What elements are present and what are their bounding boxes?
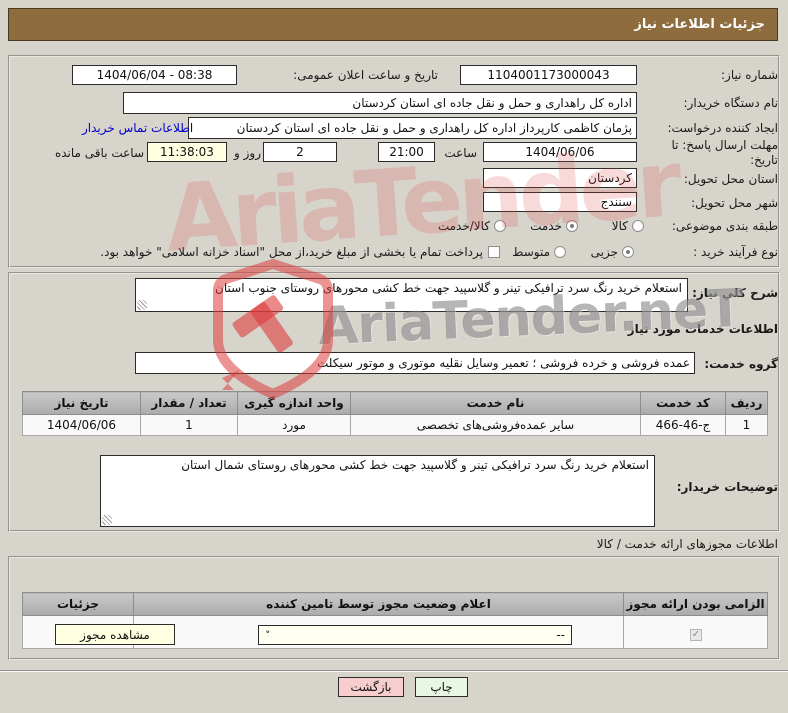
announce-datetime-field[interactable]: 1404/06/04 - 08:38 — [72, 65, 237, 85]
resize-grip-icon[interactable] — [137, 300, 147, 310]
buyer-contact-link[interactable]: اطلاعات تماس خریدار — [82, 121, 193, 135]
resize-grip-icon[interactable] — [102, 515, 112, 525]
license-required-checkbox[interactable] — [690, 629, 702, 641]
city-field[interactable]: سنندج — [483, 192, 637, 212]
col-license-status: اعلام وضعیت مجوز توسط تامین کننده — [133, 592, 624, 616]
col-row-number: ردیف — [725, 391, 768, 415]
announce-label: تاریخ و ساعت اعلان عمومی: — [293, 68, 438, 82]
license-status-select[interactable]: ˅ -- — [258, 625, 572, 645]
cell-quantity: 1 — [140, 414, 238, 436]
need-desc-label: شرح کلي نیاز: — [692, 286, 778, 300]
col-unit: واحد اندازه گیری — [237, 391, 351, 415]
licenses-section-title: اطلاعات مجوزهای ارائه خدمت / کالا — [596, 537, 778, 551]
province-field[interactable]: کردستان — [483, 168, 637, 188]
deadline-label: مهلت ارسال پاسخ: تا تاریخ: — [671, 138, 778, 167]
remaining-time-field[interactable]: 11:38:03 — [147, 142, 227, 162]
process-type-label: نوع فرآیند خرید : — [693, 245, 778, 259]
treasury-payment-note: پرداخت تمام یا بخشی از مبلغ خرید،از محل … — [100, 245, 483, 259]
buyer-org-field[interactable]: اداره کل راهداری و حمل و نقل جاده ای است… — [123, 92, 637, 114]
cell-unit: مورد — [237, 414, 351, 436]
footer-divider — [0, 670, 788, 672]
radio-goods-service-label: کالا/خدمت — [437, 219, 490, 233]
radio-goods[interactable] — [632, 220, 644, 232]
province-label: استان محل تحویل: — [683, 172, 778, 186]
col-service-code: کد خدمت — [640, 391, 726, 415]
services-section-title: اطلاعات خدمات مورد نیاز — [627, 322, 778, 336]
remaining-days-field[interactable]: 2 — [263, 142, 337, 162]
services-table-header-row: ردیف کد خدمت نام خدمت واحد اندازه گیری ت… — [22, 391, 768, 415]
days-and-label: روز و — [234, 146, 261, 160]
radio-minor[interactable] — [622, 246, 634, 258]
treasury-payment-checkbox[interactable] — [488, 246, 500, 258]
page-title-bar: جزئیات اطلاعات نیاز — [8, 8, 778, 41]
creator-label: ایجاد کننده درخواست: — [667, 121, 778, 135]
col-service-name: نام خدمت — [350, 391, 641, 415]
license-status-value: -- — [556, 628, 565, 642]
radio-medium[interactable] — [554, 246, 566, 258]
page-title: جزئیات اطلاعات نیاز — [634, 17, 765, 32]
service-group-label: گروه خدمت: — [704, 357, 778, 371]
need-number-label: شماره نیاز: — [721, 68, 778, 82]
radio-goods-label: کالا — [611, 219, 628, 233]
city-label: شهر محل تحویل: — [691, 196, 778, 210]
subject-class-label: طبقه بندی موضوعی: — [671, 219, 778, 233]
service-row: 1 ج-46-466 سایر عمده‌فروشی‌های تخصصی مور… — [22, 414, 768, 436]
licenses-table-header-row: الزامی بودن ارائه مجوز اعلام وضعیت مجوز … — [22, 592, 768, 616]
buyer-org-label: نام دستگاه خریدار: — [683, 96, 779, 110]
services-table: ردیف کد خدمت نام خدمت واحد اندازه گیری ت… — [22, 391, 768, 436]
col-license-details: جزئیات — [22, 592, 134, 616]
back-button[interactable]: بازگشت — [338, 677, 404, 697]
need-desc-text: استعلام خرید رنگ سرد ترافیکی تینر و گلاس… — [215, 281, 682, 295]
remaining-label: ساعت باقی مانده — [54, 146, 144, 160]
col-license-required: الزامی بودن ارائه مجوز — [623, 592, 768, 616]
radio-service-label: خدمت — [530, 219, 562, 233]
deadline-date-field[interactable]: 1404/06/06 — [483, 142, 637, 162]
need-desc-textarea[interactable]: استعلام خرید رنگ سرد ترافیکی تینر و گلاس… — [135, 278, 688, 312]
print-button[interactable]: چاپ — [415, 677, 468, 697]
radio-medium-label: متوسط — [512, 245, 550, 259]
chevron-down-icon: ˅ — [265, 628, 271, 642]
cell-row-number: 1 — [725, 414, 768, 436]
need-number-field[interactable]: 1104001173000043 — [460, 65, 637, 85]
cell-need-date: 1404/06/06 — [22, 414, 141, 436]
radio-minor-label: جزیی — [590, 245, 618, 259]
need-details-page: جزئیات اطلاعات نیاز شماره نیاز: 11040011… — [0, 0, 788, 713]
cell-service-name: سایر عمده‌فروشی‌های تخصصی — [350, 414, 641, 436]
radio-goods-service[interactable] — [494, 220, 506, 232]
buyer-notes-text: استعلام خرید رنگ سرد ترافیکی تینر و گلاس… — [181, 458, 649, 472]
cell-service-code: ج-46-466 — [640, 414, 726, 436]
view-license-button[interactable]: مشاهده مجوز — [55, 624, 175, 645]
buyer-notes-label: توضیحات خریدار: — [676, 480, 778, 494]
deadline-hour-label: ساعت — [444, 146, 477, 160]
deadline-time-field[interactable]: 21:00 — [378, 142, 435, 162]
col-need-date: تاریخ نیاز — [22, 391, 141, 415]
buyer-notes-textarea[interactable]: استعلام خرید رنگ سرد ترافیکی تینر و گلاس… — [100, 455, 655, 527]
creator-field[interactable]: پژمان کاظمی کارپرداز اداره کل راهداری و … — [188, 117, 637, 139]
radio-service[interactable] — [566, 220, 578, 232]
col-quantity: تعداد / مقدار — [140, 391, 238, 415]
service-group-field[interactable]: عمده فروشی و خرده فروشی ؛ تعمیر وسایل نق… — [135, 352, 695, 374]
